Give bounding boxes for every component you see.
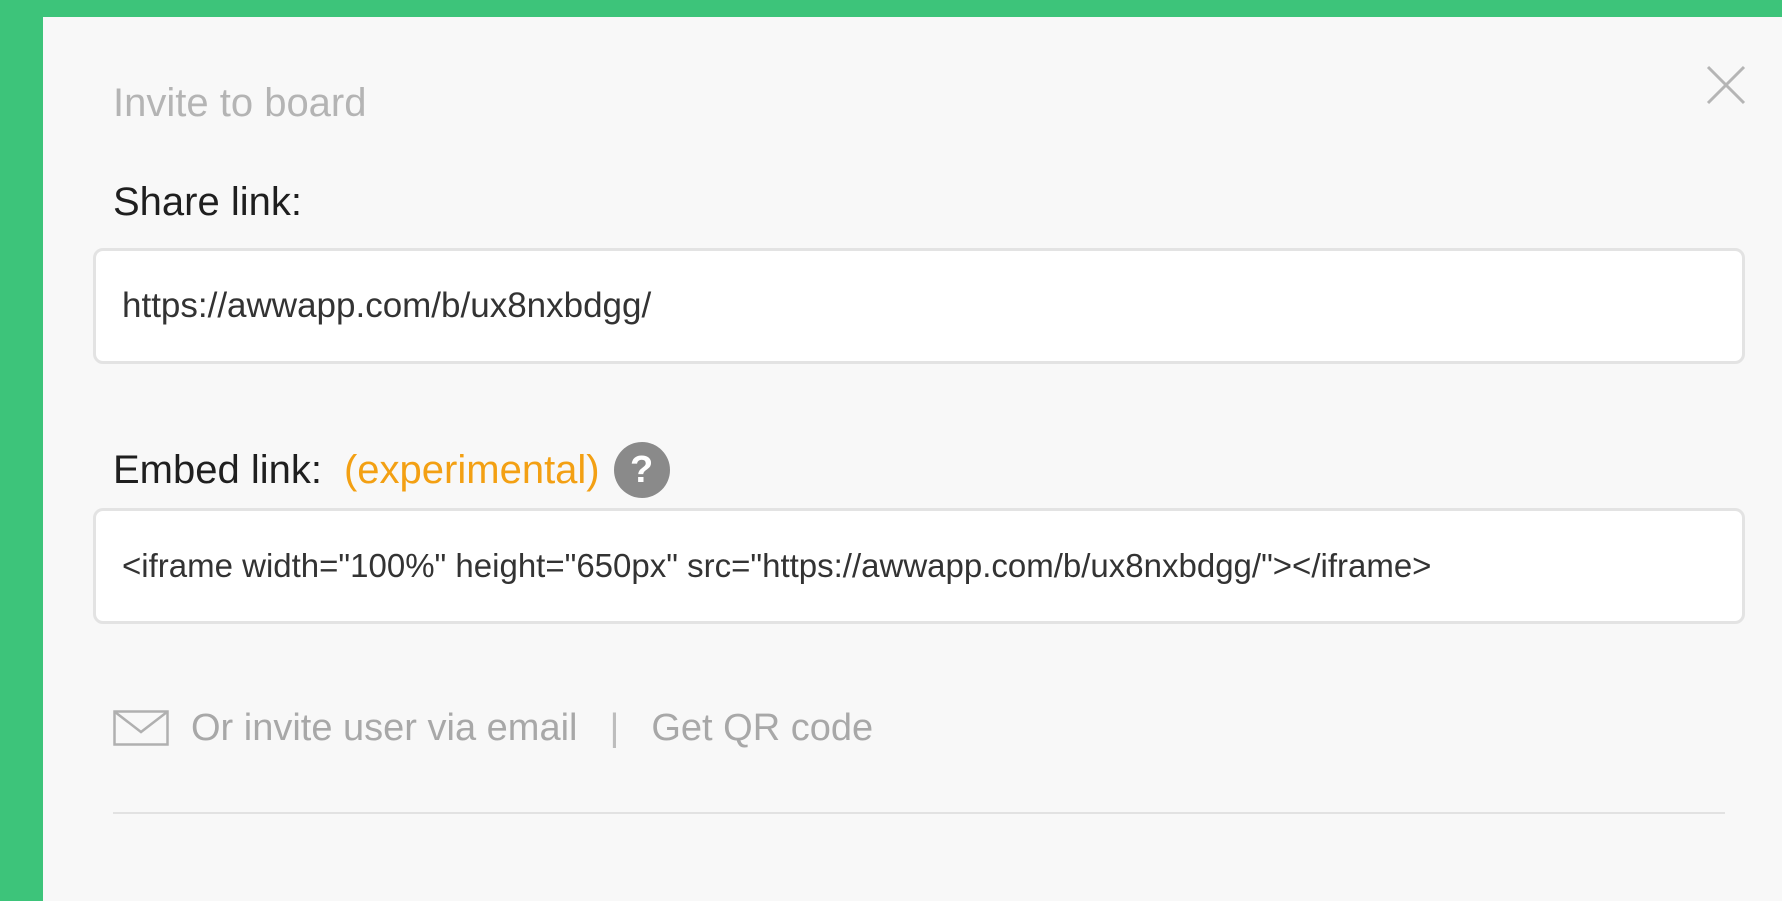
experimental-tag: (experimental) bbox=[343, 448, 600, 492]
embed-link-input[interactable] bbox=[93, 508, 1745, 624]
dialog-title: Invite to board bbox=[113, 81, 367, 125]
embed-link-label-row: Embed link: (experimental) ? bbox=[113, 442, 670, 498]
get-qr-code-link[interactable]: Get QR code bbox=[651, 707, 873, 750]
help-icon[interactable]: ? bbox=[613, 442, 670, 498]
share-link-input[interactable] bbox=[93, 248, 1745, 364]
invite-dialog: Invite to board Share link: Embed link: … bbox=[43, 17, 1782, 901]
divider bbox=[113, 812, 1725, 814]
mail-icon[interactable] bbox=[113, 710, 169, 746]
share-link-label: Share link: bbox=[113, 180, 302, 224]
invite-via-email-link[interactable]: Or invite user via email bbox=[191, 707, 577, 750]
close-icon bbox=[1706, 65, 1746, 105]
embed-link-label: Embed link: bbox=[113, 448, 322, 492]
action-separator: | bbox=[609, 706, 620, 749]
invite-actions: Or invite user via email | Get QR code bbox=[113, 703, 873, 753]
close-button[interactable] bbox=[1704, 63, 1748, 107]
